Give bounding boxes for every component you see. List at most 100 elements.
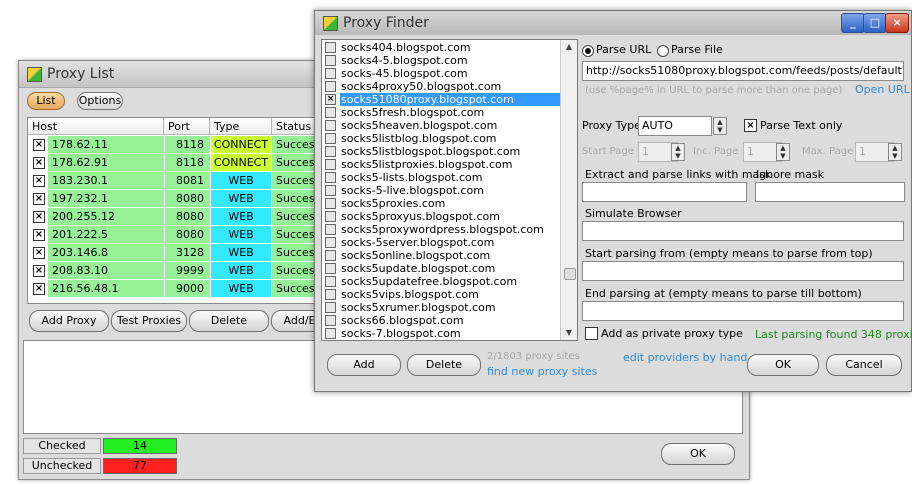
site-checkbox[interactable] <box>325 68 336 79</box>
site-checkbox[interactable] <box>325 133 336 144</box>
site-checkbox[interactable] <box>325 289 336 300</box>
list-item[interactable]: socks5heaven.blogspot.com <box>322 119 560 132</box>
site-checkbox[interactable] <box>325 185 336 196</box>
list-item[interactable]: socks5proxies.com <box>322 197 560 210</box>
proxy-type-spin[interactable]: ▲ ▼ <box>713 117 727 135</box>
list-item[interactable]: socks5listproxies.blogspot.com <box>322 158 560 171</box>
row-checkbox[interactable]: × <box>33 193 45 205</box>
row-checkbox[interactable]: × <box>33 265 45 277</box>
list-item[interactable]: socks404.blogspot.com <box>322 41 560 54</box>
site-checkbox[interactable] <box>325 42 336 53</box>
site-checkbox[interactable] <box>325 120 336 131</box>
proxy-type-select[interactable]: AUTO <box>638 116 712 136</box>
host-cell: 178.62.11 <box>48 136 164 153</box>
site-checkbox[interactable] <box>325 224 336 235</box>
scrollbar[interactable]: ▲ ▼ <box>560 40 577 340</box>
site-checkbox[interactable] <box>325 302 336 313</box>
row-checkbox[interactable]: × <box>33 157 45 169</box>
parse-text-only-checkbox[interactable]: × <box>744 119 757 132</box>
site-checkbox[interactable] <box>325 237 336 248</box>
add-site-button[interactable]: Add <box>327 354 401 376</box>
list-item[interactable]: socks5update.blogspot.com <box>322 262 560 275</box>
parse-file-radio[interactable] <box>657 45 669 57</box>
row-checkbox[interactable]: × <box>33 139 45 151</box>
list-item[interactable]: × socks51080proxy.blogspot.com <box>322 93 560 106</box>
ok-button[interactable]: OK <box>661 443 735 465</box>
site-checkbox[interactable] <box>325 250 336 261</box>
delete-site-button[interactable]: Delete <box>407 354 481 376</box>
simulate-browser-input[interactable] <box>582 221 904 241</box>
proxy-site-list[interactable]: socks404.blogspot.com socks4-5.blogspot.c… <box>321 39 578 341</box>
site-name: socks5updatefree.blogspot.com <box>341 275 518 288</box>
open-url-link[interactable]: Open URL <box>855 83 910 96</box>
list-item[interactable]: socks5listblog.blogspot.com <box>322 132 560 145</box>
site-checkbox[interactable] <box>325 146 336 157</box>
start-page-spin[interactable]: ▲ ▼ <box>671 143 685 161</box>
list-item[interactable]: socks4-5.blogspot.com <box>322 54 560 67</box>
ok-button[interactable]: OK <box>747 354 819 376</box>
max-page-spin[interactable]: ▲ ▼ <box>888 143 902 161</box>
list-item[interactable]: socks5vips.blogspot.com <box>322 288 560 301</box>
ignore-mask-input[interactable] <box>755 182 905 202</box>
url-input[interactable]: http://socks51080proxy.blogspot.com/feed… <box>582 61 904 81</box>
site-checkbox[interactable] <box>325 55 336 66</box>
tab-options[interactable]: Options <box>77 92 123 110</box>
tab-list[interactable]: List <box>27 92 65 110</box>
site-checkbox[interactable] <box>325 328 336 339</box>
site-checkbox[interactable] <box>325 172 336 183</box>
list-item[interactable]: socks5updatefree.blogspot.com <box>322 275 560 288</box>
row-checkbox[interactable]: × <box>33 229 45 241</box>
column-header-port[interactable]: Port <box>164 118 210 135</box>
inc-page-spin[interactable]: ▲ ▼ <box>776 143 790 161</box>
proxy-finder-titlebar[interactable]: Proxy Finder _ □ × <box>315 11 911 35</box>
site-checkbox[interactable] <box>325 315 336 326</box>
site-checkbox[interactable] <box>325 263 336 274</box>
parse-url-radio[interactable] <box>582 45 594 57</box>
delete-button[interactable]: Delete <box>189 310 269 332</box>
cancel-button[interactable]: Cancel <box>826 354 902 376</box>
site-checkbox[interactable] <box>325 81 336 92</box>
list-item[interactable]: socks5proxywordpress.blogspot.com <box>322 223 560 236</box>
row-checkbox[interactable]: × <box>33 247 45 259</box>
list-item[interactable]: socks-5-live.blogspot.com <box>322 184 560 197</box>
list-item[interactable]: socks5proxyus.blogspot.com <box>322 210 560 223</box>
list-item[interactable]: socks-45.blogspot.com <box>322 67 560 80</box>
list-item[interactable]: socks5online.blogspot.com <box>322 249 560 262</box>
scroll-up-icon[interactable]: ▲ <box>562 40 576 54</box>
list-item[interactable]: socks5xrumer.blogspot.com <box>322 301 560 314</box>
site-checkbox[interactable] <box>325 198 336 209</box>
private-proxy-checkbox[interactable] <box>585 327 598 340</box>
site-checkbox[interactable] <box>325 211 336 222</box>
column-header-host[interactable]: Host <box>28 118 164 135</box>
list-item[interactable]: socks5-lists.blogspot.com <box>322 171 560 184</box>
site-name: socks-5server.blogspot.com <box>341 236 495 249</box>
edit-providers-link[interactable]: edit providers by hand <box>623 351 747 364</box>
test-proxies-button[interactable]: Test Proxies <box>111 310 187 332</box>
list-item[interactable]: socks5fresh.blogspot.com <box>322 106 560 119</box>
list-item[interactable]: socks-7.blogspot.com <box>322 327 560 340</box>
end-parsing-input[interactable] <box>582 301 904 321</box>
extract-mask-input[interactable] <box>582 182 747 202</box>
row-checkbox[interactable]: × <box>33 283 45 295</box>
close-icon[interactable]: × <box>885 13 909 33</box>
private-proxy-label: Add as private proxy type <box>601 327 743 340</box>
scroll-thumb[interactable] <box>564 268 576 280</box>
scroll-down-icon[interactable]: ▼ <box>562 326 576 340</box>
row-checkbox[interactable]: × <box>33 175 45 187</box>
site-checkbox[interactable]: × <box>325 94 336 105</box>
minimize-icon[interactable]: _ <box>841 13 865 33</box>
site-checkbox[interactable] <box>325 276 336 287</box>
column-header-type[interactable]: Type <box>210 118 272 135</box>
add-proxy-button[interactable]: Add Proxy <box>29 310 109 332</box>
list-item[interactable]: socks-5server.blogspot.com <box>322 236 560 249</box>
start-parsing-input[interactable] <box>582 261 904 281</box>
row-checkbox[interactable]: × <box>33 211 45 223</box>
list-item[interactable]: socks66.blogspot.com <box>322 314 560 327</box>
list-item[interactable]: socks5listblogspot.blogspot.com <box>322 145 560 158</box>
list-item[interactable]: socks4proxy50.blogspot.com <box>322 80 560 93</box>
site-checkbox[interactable] <box>325 159 336 170</box>
host-cell: 201.222.5 <box>48 226 164 243</box>
maximize-icon[interactable]: □ <box>863 13 887 33</box>
site-checkbox[interactable] <box>325 107 336 118</box>
find-new-sites-link[interactable]: find new proxy sites <box>487 365 597 378</box>
